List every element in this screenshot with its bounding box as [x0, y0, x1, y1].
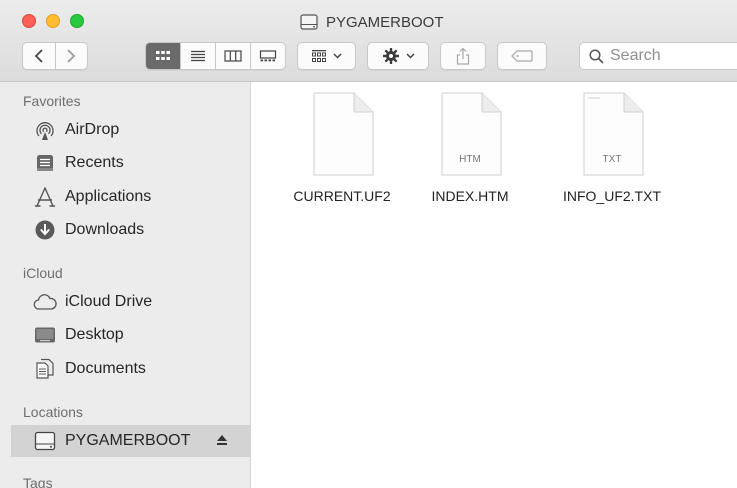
edit-tags-button[interactable]: [497, 42, 547, 70]
document-icon: TXT: [580, 92, 644, 176]
close-window-button[interactable]: [22, 14, 36, 28]
recents-icon: [33, 151, 57, 175]
sidebar-item-airdrop[interactable]: AirDrop: [11, 114, 251, 146]
gear-icon: [382, 48, 399, 64]
chevron-right-icon: [67, 49, 76, 63]
zoom-window-button[interactable]: [70, 14, 84, 28]
share-button[interactable]: [440, 42, 486, 70]
sidebar-section-icloud: iCloud: [23, 265, 63, 281]
gallery-icon: [259, 50, 277, 62]
file-name: CURRENT.UF2: [293, 188, 391, 204]
eject-icon[interactable]: [216, 433, 228, 449]
list-icon: [191, 50, 205, 62]
sidebar: Favorites AirDrop Recents Applications D…: [0, 82, 251, 488]
sidebar-item-label: Applications: [65, 188, 152, 205]
file-name: INFO_UF2.TXT: [562, 188, 661, 204]
file-type-badge: HTM: [459, 154, 481, 165]
group-grid-icon: [312, 50, 326, 62]
tag-icon: [511, 50, 533, 62]
sidebar-item-label: Downloads: [65, 221, 145, 238]
sidebar-section-favorites: Favorites: [23, 93, 81, 109]
file-item[interactable]: CURRENT.UF2: [272, 92, 412, 212]
action-menu-button[interactable]: [367, 42, 429, 70]
share-icon: [456, 47, 470, 65]
downloads-icon: [33, 218, 57, 242]
airdrop-icon: [33, 118, 57, 142]
desktop-icon: [33, 323, 57, 347]
sidebar-item-label: Documents: [65, 360, 146, 377]
gallery-view-button[interactable]: [250, 43, 285, 69]
sidebar-item-recents[interactable]: Recents: [11, 147, 251, 179]
list-view-button[interactable]: [180, 43, 215, 69]
file-item[interactable]: HTM INDEX.HTM: [400, 92, 540, 212]
sidebar-item-pygamerboot[interactable]: PYGAMERBOOT: [11, 425, 251, 457]
columns-icon: [224, 50, 242, 62]
icon-view-button[interactable]: [146, 43, 180, 69]
chevron-left-icon: [34, 49, 43, 63]
document-icon: [313, 92, 374, 176]
file-name: INDEX.HTM: [431, 188, 509, 204]
minimize-window-button[interactable]: [46, 14, 60, 28]
sidebar-item-documents[interactable]: Documents: [11, 353, 251, 385]
file-browser: CURRENT.UF2 HTM INDEX.HTM TXT INFO_UF2.T…: [252, 82, 737, 488]
chevron-down-icon: [405, 53, 415, 59]
applications-icon: [33, 185, 57, 209]
sidebar-item-label: PYGAMERBOOT: [65, 432, 191, 449]
group-by-button[interactable]: [297, 42, 356, 70]
finder-window: PYGAMERBOOT Search Favorites AirDrop Rec…: [0, 0, 737, 488]
search-placeholder: Search: [610, 47, 661, 64]
file-type-badge: TXT: [602, 154, 622, 165]
sidebar-item-label: iCloud Drive: [65, 293, 153, 310]
sidebar-item-applications[interactable]: Applications: [11, 181, 251, 213]
forward-button[interactable]: [54, 43, 88, 69]
back-button[interactable]: [23, 43, 55, 69]
sidebar-item-label: Recents: [65, 154, 124, 171]
sidebar-item-label: AirDrop: [65, 121, 120, 138]
chevron-down-icon: [333, 53, 342, 59]
drive-icon: [300, 14, 318, 30]
search-field[interactable]: Search: [579, 42, 737, 70]
documents-icon: [33, 357, 57, 381]
sidebar-item-downloads[interactable]: Downloads: [11, 214, 251, 246]
sidebar-section-locations: Locations: [23, 404, 83, 420]
document-icon: HTM: [438, 92, 502, 176]
window-title: PYGAMERBOOT: [300, 11, 444, 33]
navigation-buttons: [22, 42, 88, 70]
sidebar-item-label: Desktop: [65, 326, 124, 343]
window-title-text: PYGAMERBOOT: [326, 13, 444, 31]
grid-icon: [156, 51, 170, 60]
sidebar-item-desktop[interactable]: Desktop: [11, 319, 251, 351]
column-view-button[interactable]: [215, 43, 250, 69]
view-mode-control: [145, 42, 286, 70]
file-item[interactable]: TXT INFO_UF2.TXT: [542, 92, 682, 212]
cloud-icon: [33, 290, 57, 314]
sidebar-item-icloud-drive[interactable]: iCloud Drive: [11, 286, 251, 318]
sidebar-section-tags: Tags: [23, 475, 53, 488]
titlebar: PYGAMERBOOT Search: [0, 0, 737, 82]
search-icon: [589, 48, 604, 64]
drive-icon: [33, 429, 57, 453]
